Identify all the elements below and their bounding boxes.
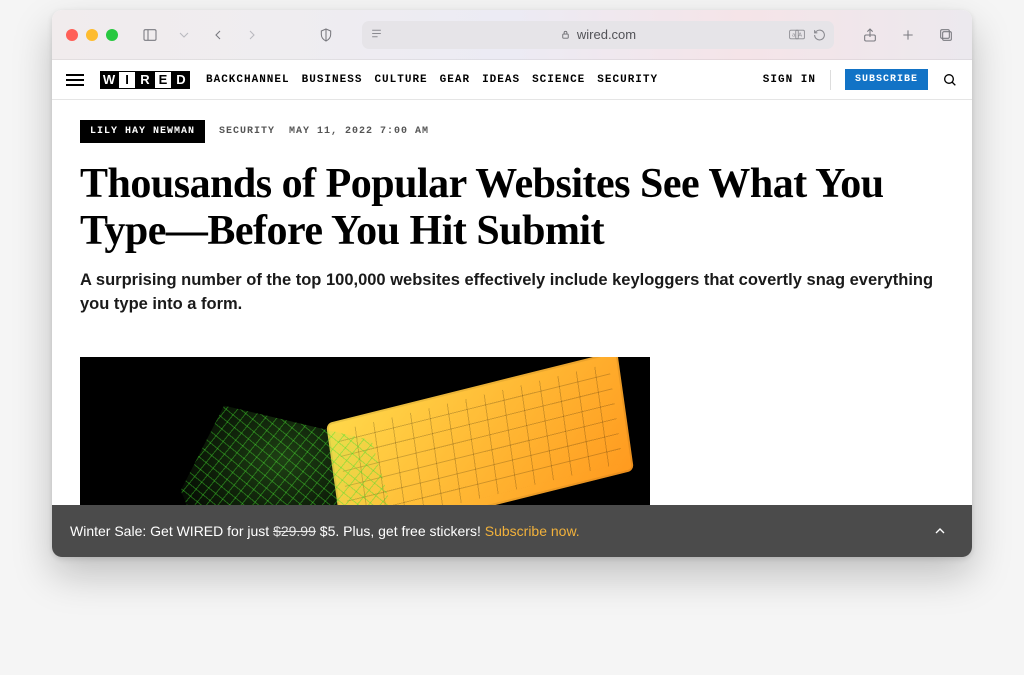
page-content: W I R E D BACKCHANNEL BUSINESS CULTURE G… bbox=[52, 60, 972, 557]
window-controls bbox=[66, 29, 118, 41]
logo-letter: R bbox=[136, 71, 154, 89]
reload-button[interactable] bbox=[813, 28, 826, 41]
tabs-overview-button[interactable] bbox=[934, 23, 958, 47]
wired-logo[interactable]: W I R E D bbox=[100, 71, 190, 89]
window-minimize-button[interactable] bbox=[86, 29, 98, 41]
window-zoom-button[interactable] bbox=[106, 29, 118, 41]
article-category[interactable]: SECURITY bbox=[219, 126, 275, 137]
address-bar-domain: wired.com bbox=[577, 27, 636, 42]
promo-expand-button[interactable] bbox=[926, 517, 954, 545]
article-dek: A surprising number of the top 100,000 w… bbox=[80, 269, 944, 317]
svg-text:A: A bbox=[798, 32, 802, 38]
article: LILY HAY NEWMAN SECURITY MAY 11, 2022 7:… bbox=[52, 100, 972, 557]
promo-banner[interactable]: Winter Sale: Get WIRED for just $29.99 $… bbox=[52, 505, 972, 557]
logo-letter: E bbox=[154, 71, 172, 89]
menu-button[interactable] bbox=[66, 74, 84, 86]
sign-in-link[interactable]: SIGN IN bbox=[763, 74, 816, 86]
translate-icon[interactable]: aA bbox=[789, 28, 805, 40]
tab-dropdown-icon[interactable] bbox=[172, 23, 196, 47]
lock-icon bbox=[560, 29, 571, 40]
privacy-shield-icon[interactable] bbox=[314, 23, 338, 47]
logo-letter: I bbox=[118, 71, 136, 89]
forward-button[interactable] bbox=[240, 23, 264, 47]
logo-letter: W bbox=[100, 71, 118, 89]
search-icon[interactable] bbox=[942, 72, 958, 88]
back-button[interactable] bbox=[206, 23, 230, 47]
reader-mode-icon[interactable] bbox=[370, 27, 383, 43]
author-badge[interactable]: LILY HAY NEWMAN bbox=[80, 120, 205, 143]
new-tab-button[interactable] bbox=[896, 23, 920, 47]
article-headline: Thousands of Popular Websites See What Y… bbox=[80, 161, 944, 255]
subscribe-button[interactable]: SUBSCRIBE bbox=[845, 69, 928, 90]
promo-cta-link[interactable]: Subscribe now. bbox=[485, 523, 580, 539]
site-header: W I R E D BACKCHANNEL BUSINESS CULTURE G… bbox=[52, 60, 972, 100]
sidebar-toggle-button[interactable] bbox=[138, 23, 162, 47]
browser-window: wired.com aA W I bbox=[52, 10, 972, 557]
nav-ideas[interactable]: IDEAS bbox=[482, 74, 520, 86]
article-timestamp: MAY 11, 2022 7:00 AM bbox=[289, 126, 429, 137]
promo-lead: Winter Sale: Get WIRED for just bbox=[70, 523, 273, 539]
window-close-button[interactable] bbox=[66, 29, 78, 41]
nav-business[interactable]: BUSINESS bbox=[302, 74, 363, 86]
nav-culture[interactable]: CULTURE bbox=[374, 74, 427, 86]
share-button[interactable] bbox=[858, 23, 882, 47]
divider bbox=[830, 70, 831, 90]
article-meta: LILY HAY NEWMAN SECURITY MAY 11, 2022 7:… bbox=[80, 120, 944, 143]
primary-nav: BACKCHANNEL BUSINESS CULTURE GEAR IDEAS … bbox=[206, 74, 658, 86]
promo-strike-price: $29.99 bbox=[273, 523, 316, 539]
nav-security[interactable]: SECURITY bbox=[597, 74, 658, 86]
promo-price: $5. Plus, get free stickers! bbox=[316, 523, 485, 539]
nav-science[interactable]: SCIENCE bbox=[532, 74, 585, 86]
address-bar[interactable]: wired.com aA bbox=[362, 21, 834, 49]
logo-letter: D bbox=[172, 71, 190, 89]
nav-backchannel[interactable]: BACKCHANNEL bbox=[206, 74, 290, 86]
browser-titlebar: wired.com aA bbox=[52, 10, 972, 60]
nav-gear[interactable]: GEAR bbox=[440, 74, 470, 86]
